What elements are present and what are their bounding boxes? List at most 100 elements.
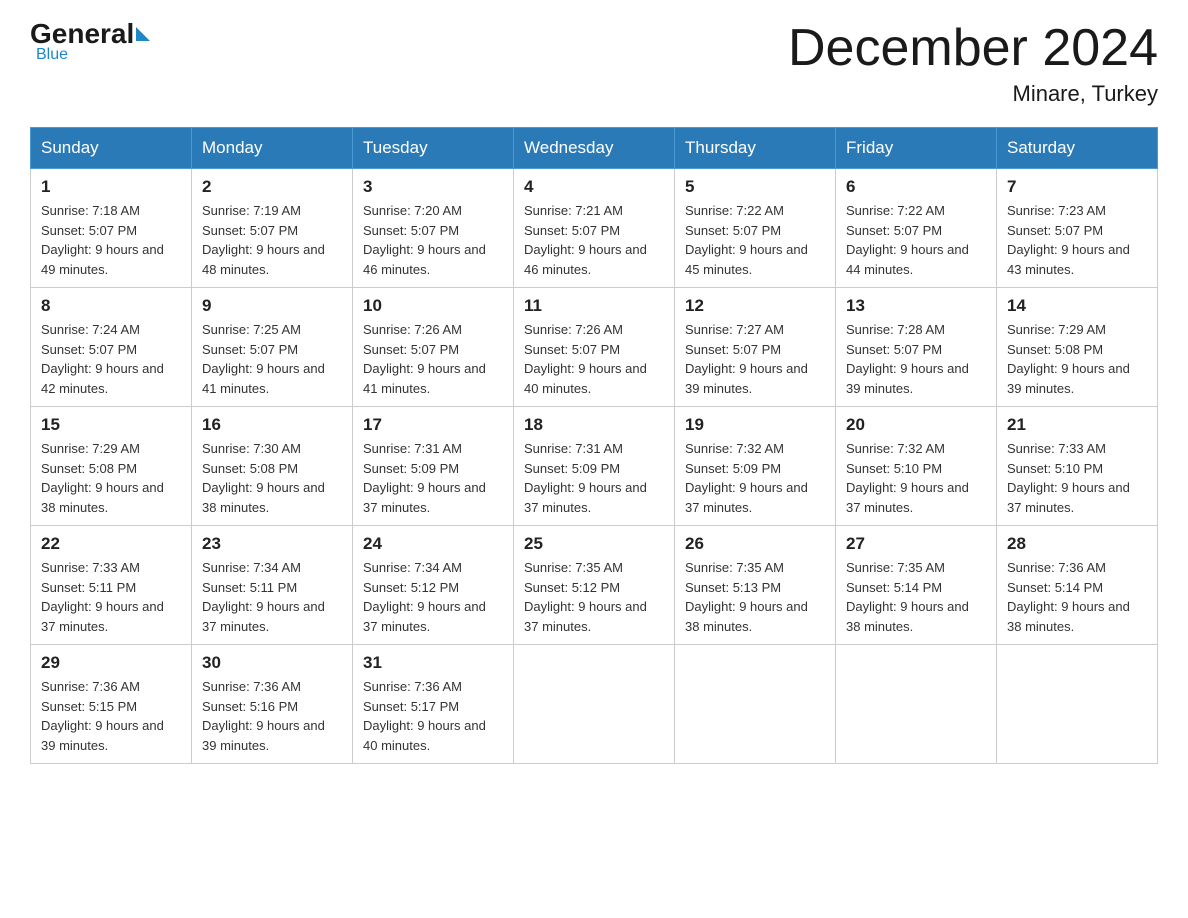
day-info: Sunrise: 7:21 AMSunset: 5:07 PMDaylight:… xyxy=(524,203,647,277)
calendar-day-cell: 16 Sunrise: 7:30 AMSunset: 5:08 PMDaylig… xyxy=(192,407,353,526)
day-info: Sunrise: 7:36 AMSunset: 5:15 PMDaylight:… xyxy=(41,679,164,753)
calendar-day-cell: 27 Sunrise: 7:35 AMSunset: 5:14 PMDaylig… xyxy=(836,526,997,645)
calendar-day-cell: 10 Sunrise: 7:26 AMSunset: 5:07 PMDaylig… xyxy=(353,288,514,407)
calendar-day-cell xyxy=(514,645,675,764)
calendar-header: SundayMondayTuesdayWednesdayThursdayFrid… xyxy=(31,128,1158,169)
day-info: Sunrise: 7:34 AMSunset: 5:11 PMDaylight:… xyxy=(202,560,325,634)
calendar-day-cell: 23 Sunrise: 7:34 AMSunset: 5:11 PMDaylig… xyxy=(192,526,353,645)
calendar-day-cell: 9 Sunrise: 7:25 AMSunset: 5:07 PMDayligh… xyxy=(192,288,353,407)
logo-general-text: General xyxy=(30,20,134,48)
day-of-week-header: Friday xyxy=(836,128,997,169)
day-number: 16 xyxy=(202,415,342,435)
day-number: 3 xyxy=(363,177,503,197)
day-number: 24 xyxy=(363,534,503,554)
day-of-week-header: Sunday xyxy=(31,128,192,169)
calendar-header-row: SundayMondayTuesdayWednesdayThursdayFrid… xyxy=(31,128,1158,169)
day-info: Sunrise: 7:28 AMSunset: 5:07 PMDaylight:… xyxy=(846,322,969,396)
logo-arrow-icon xyxy=(136,27,150,41)
calendar-day-cell: 5 Sunrise: 7:22 AMSunset: 5:07 PMDayligh… xyxy=(675,169,836,288)
day-info: Sunrise: 7:29 AMSunset: 5:08 PMDaylight:… xyxy=(1007,322,1130,396)
day-info: Sunrise: 7:33 AMSunset: 5:10 PMDaylight:… xyxy=(1007,441,1130,515)
day-info: Sunrise: 7:25 AMSunset: 5:07 PMDaylight:… xyxy=(202,322,325,396)
day-info: Sunrise: 7:33 AMSunset: 5:11 PMDaylight:… xyxy=(41,560,164,634)
calendar-day-cell: 21 Sunrise: 7:33 AMSunset: 5:10 PMDaylig… xyxy=(997,407,1158,526)
logo-blue-text: Blue xyxy=(36,46,68,64)
calendar-day-cell xyxy=(675,645,836,764)
calendar-day-cell: 17 Sunrise: 7:31 AMSunset: 5:09 PMDaylig… xyxy=(353,407,514,526)
day-info: Sunrise: 7:22 AMSunset: 5:07 PMDaylight:… xyxy=(846,203,969,277)
calendar-day-cell: 20 Sunrise: 7:32 AMSunset: 5:10 PMDaylig… xyxy=(836,407,997,526)
day-number: 1 xyxy=(41,177,181,197)
day-number: 12 xyxy=(685,296,825,316)
calendar-day-cell xyxy=(836,645,997,764)
day-info: Sunrise: 7:36 AMSunset: 5:17 PMDaylight:… xyxy=(363,679,486,753)
day-number: 27 xyxy=(846,534,986,554)
day-info: Sunrise: 7:35 AMSunset: 5:13 PMDaylight:… xyxy=(685,560,808,634)
calendar-day-cell: 14 Sunrise: 7:29 AMSunset: 5:08 PMDaylig… xyxy=(997,288,1158,407)
day-of-week-header: Thursday xyxy=(675,128,836,169)
day-number: 11 xyxy=(524,296,664,316)
calendar-week-row: 15 Sunrise: 7:29 AMSunset: 5:08 PMDaylig… xyxy=(31,407,1158,526)
page-header: General Blue December 2024 Minare, Turke… xyxy=(30,20,1158,107)
day-of-week-header: Tuesday xyxy=(353,128,514,169)
month-title: December 2024 xyxy=(788,20,1158,77)
title-area: December 2024 Minare, Turkey xyxy=(788,20,1158,107)
day-number: 4 xyxy=(524,177,664,197)
day-number: 17 xyxy=(363,415,503,435)
day-info: Sunrise: 7:29 AMSunset: 5:08 PMDaylight:… xyxy=(41,441,164,515)
calendar-table: SundayMondayTuesdayWednesdayThursdayFrid… xyxy=(30,127,1158,764)
calendar-day-cell: 1 Sunrise: 7:18 AMSunset: 5:07 PMDayligh… xyxy=(31,169,192,288)
calendar-day-cell: 7 Sunrise: 7:23 AMSunset: 5:07 PMDayligh… xyxy=(997,169,1158,288)
calendar-day-cell: 19 Sunrise: 7:32 AMSunset: 5:09 PMDaylig… xyxy=(675,407,836,526)
day-info: Sunrise: 7:26 AMSunset: 5:07 PMDaylight:… xyxy=(524,322,647,396)
day-number: 8 xyxy=(41,296,181,316)
calendar-day-cell: 3 Sunrise: 7:20 AMSunset: 5:07 PMDayligh… xyxy=(353,169,514,288)
day-info: Sunrise: 7:20 AMSunset: 5:07 PMDaylight:… xyxy=(363,203,486,277)
day-number: 19 xyxy=(685,415,825,435)
calendar-week-row: 22 Sunrise: 7:33 AMSunset: 5:11 PMDaylig… xyxy=(31,526,1158,645)
calendar-day-cell: 15 Sunrise: 7:29 AMSunset: 5:08 PMDaylig… xyxy=(31,407,192,526)
day-number: 5 xyxy=(685,177,825,197)
day-number: 20 xyxy=(846,415,986,435)
day-info: Sunrise: 7:22 AMSunset: 5:07 PMDaylight:… xyxy=(685,203,808,277)
calendar-day-cell: 12 Sunrise: 7:27 AMSunset: 5:07 PMDaylig… xyxy=(675,288,836,407)
day-info: Sunrise: 7:24 AMSunset: 5:07 PMDaylight:… xyxy=(41,322,164,396)
calendar-day-cell: 28 Sunrise: 7:36 AMSunset: 5:14 PMDaylig… xyxy=(997,526,1158,645)
day-info: Sunrise: 7:19 AMSunset: 5:07 PMDaylight:… xyxy=(202,203,325,277)
day-number: 23 xyxy=(202,534,342,554)
day-number: 14 xyxy=(1007,296,1147,316)
day-info: Sunrise: 7:34 AMSunset: 5:12 PMDaylight:… xyxy=(363,560,486,634)
calendar-day-cell: 26 Sunrise: 7:35 AMSunset: 5:13 PMDaylig… xyxy=(675,526,836,645)
calendar-day-cell: 2 Sunrise: 7:19 AMSunset: 5:07 PMDayligh… xyxy=(192,169,353,288)
day-number: 9 xyxy=(202,296,342,316)
day-info: Sunrise: 7:35 AMSunset: 5:12 PMDaylight:… xyxy=(524,560,647,634)
calendar-day-cell: 30 Sunrise: 7:36 AMSunset: 5:16 PMDaylig… xyxy=(192,645,353,764)
day-number: 29 xyxy=(41,653,181,673)
calendar-day-cell xyxy=(997,645,1158,764)
day-number: 26 xyxy=(685,534,825,554)
calendar-day-cell: 11 Sunrise: 7:26 AMSunset: 5:07 PMDaylig… xyxy=(514,288,675,407)
calendar-day-cell: 25 Sunrise: 7:35 AMSunset: 5:12 PMDaylig… xyxy=(514,526,675,645)
day-info: Sunrise: 7:26 AMSunset: 5:07 PMDaylight:… xyxy=(363,322,486,396)
day-number: 31 xyxy=(363,653,503,673)
day-of-week-header: Saturday xyxy=(997,128,1158,169)
calendar-day-cell: 31 Sunrise: 7:36 AMSunset: 5:17 PMDaylig… xyxy=(353,645,514,764)
day-info: Sunrise: 7:18 AMSunset: 5:07 PMDaylight:… xyxy=(41,203,164,277)
day-info: Sunrise: 7:31 AMSunset: 5:09 PMDaylight:… xyxy=(524,441,647,515)
day-number: 25 xyxy=(524,534,664,554)
day-number: 7 xyxy=(1007,177,1147,197)
day-number: 10 xyxy=(363,296,503,316)
logo: General Blue xyxy=(30,20,150,64)
day-number: 30 xyxy=(202,653,342,673)
day-number: 6 xyxy=(846,177,986,197)
calendar-day-cell: 18 Sunrise: 7:31 AMSunset: 5:09 PMDaylig… xyxy=(514,407,675,526)
calendar-day-cell: 6 Sunrise: 7:22 AMSunset: 5:07 PMDayligh… xyxy=(836,169,997,288)
day-info: Sunrise: 7:35 AMSunset: 5:14 PMDaylight:… xyxy=(846,560,969,634)
day-number: 18 xyxy=(524,415,664,435)
day-info: Sunrise: 7:31 AMSunset: 5:09 PMDaylight:… xyxy=(363,441,486,515)
day-number: 21 xyxy=(1007,415,1147,435)
calendar-body: 1 Sunrise: 7:18 AMSunset: 5:07 PMDayligh… xyxy=(31,169,1158,764)
calendar-day-cell: 24 Sunrise: 7:34 AMSunset: 5:12 PMDaylig… xyxy=(353,526,514,645)
calendar-week-row: 1 Sunrise: 7:18 AMSunset: 5:07 PMDayligh… xyxy=(31,169,1158,288)
calendar-day-cell: 13 Sunrise: 7:28 AMSunset: 5:07 PMDaylig… xyxy=(836,288,997,407)
